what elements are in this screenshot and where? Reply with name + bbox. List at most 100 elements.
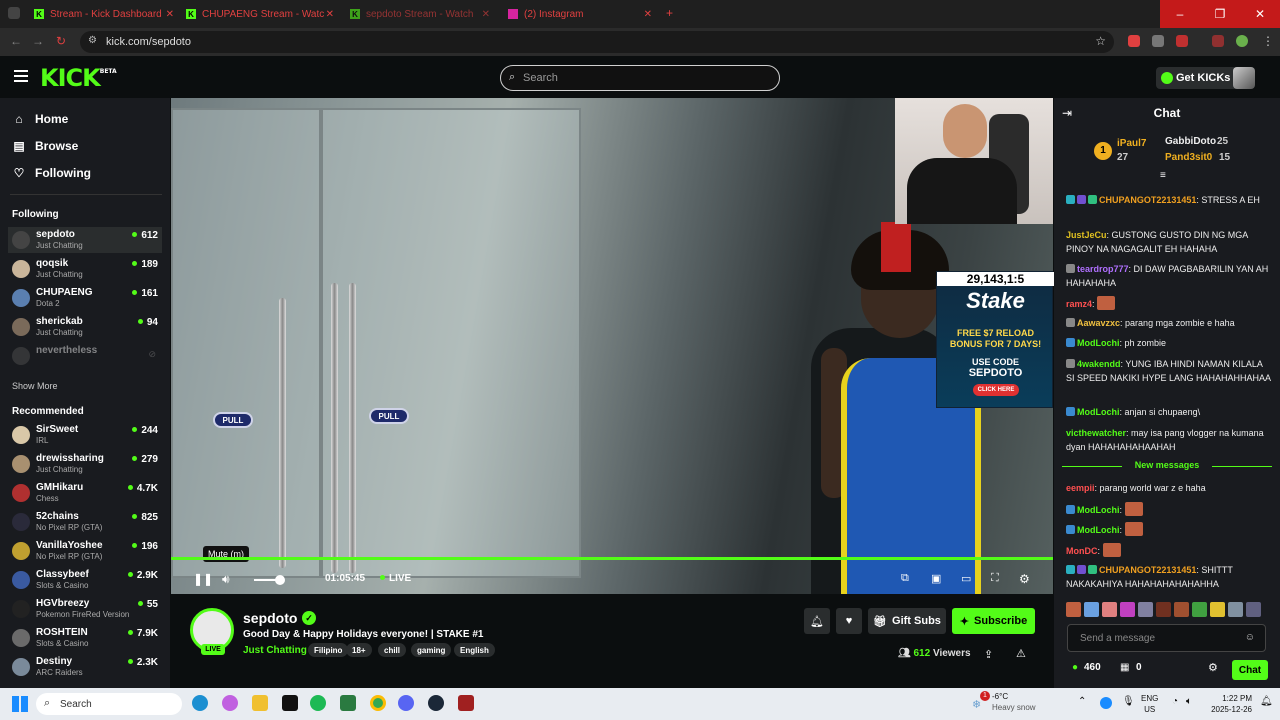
chat-message[interactable]: ModLochi: ph zombie bbox=[1066, 336, 1272, 350]
weather-widget[interactable]: 1 ❄ -6°C Heavy snow bbox=[972, 691, 1036, 713]
chat-username[interactable]: eempii bbox=[1066, 483, 1095, 493]
emote-icon[interactable] bbox=[1120, 602, 1135, 617]
chat-username[interactable]: ModLochi bbox=[1077, 505, 1120, 515]
steam-icon[interactable] bbox=[428, 695, 444, 711]
emote-icon[interactable] bbox=[1174, 602, 1189, 617]
chat-message[interactable]: MonDC: bbox=[1066, 543, 1272, 558]
theater-mode-icon[interactable]: ⧉ bbox=[901, 572, 909, 585]
kicks-balance[interactable]: 460 bbox=[1084, 662, 1101, 673]
stream-tag[interactable]: Filipino bbox=[308, 643, 349, 657]
sidebar-channel-classybeef[interactable]: Classybeef Slots & Casino 2.9K bbox=[8, 567, 162, 593]
gifter-name[interactable]: Pand3sit0 bbox=[1165, 152, 1212, 163]
tray-icon[interactable] bbox=[1100, 697, 1112, 709]
chat-message[interactable]: 4wakendd: YUNG IBA HINDI NAMAN KILALA SI… bbox=[1066, 357, 1272, 385]
nav-following[interactable]: ♡ Following bbox=[12, 166, 91, 180]
browser-tab-dashboard[interactable]: K Stream - Kick Dashboard ✕ bbox=[28, 3, 178, 25]
follow-heart-icon[interactable]: ♥ bbox=[836, 608, 862, 634]
share-icon[interactable]: ⇪ bbox=[984, 648, 993, 661]
sidebar-channel-sherickab[interactable]: sherickab Just Chatting 94 bbox=[8, 314, 162, 340]
chat-username[interactable]: victhewatcher bbox=[1066, 428, 1126, 438]
extension-icon[interactable] bbox=[1128, 35, 1140, 47]
fullscreen-icon[interactable]: ⛶ bbox=[991, 572, 999, 585]
chat-username[interactable]: CHUPANGOT22131451 bbox=[1099, 195, 1196, 205]
sidebar-channel-52chains[interactable]: 52chains No Pixel RP (GTA) 825 bbox=[8, 509, 162, 535]
spotify-icon[interactable] bbox=[310, 695, 326, 711]
emoji-icon[interactable]: ☺ bbox=[1245, 632, 1255, 643]
browser-menu-icon[interactable] bbox=[8, 7, 20, 19]
discord-icon[interactable] bbox=[398, 695, 414, 711]
sidebar-channel-roshtein[interactable]: ROSHTEIN Slots & Casino 7.9K bbox=[8, 625, 162, 651]
chat-message[interactable]: CHUPANGOT22131451: SHITTT NAKAKAHIYA HAH… bbox=[1066, 563, 1272, 591]
sidebar-channel-gmhikaru[interactable]: GMHikaru Chess 4.7K bbox=[8, 480, 162, 506]
copilot-icon[interactable] bbox=[222, 695, 238, 711]
stream-tag[interactable]: gaming bbox=[411, 643, 452, 657]
emote-icon[interactable] bbox=[1192, 602, 1207, 617]
chat-message[interactable]: ModLochi: bbox=[1066, 502, 1272, 517]
pause-icon[interactable]: ❚❚ bbox=[193, 572, 213, 586]
sidebar-channel-vanillayoshee[interactable]: VanillaYoshee No Pixel RP (GTA) 196 bbox=[8, 538, 162, 564]
site-info-icon[interactable]: ⚙ bbox=[88, 35, 97, 46]
emote-icon[interactable] bbox=[1246, 602, 1261, 617]
system-clock[interactable]: 1:22 PM 2025-12-26 bbox=[1200, 693, 1252, 715]
nav-home[interactable]: ⌂ Home bbox=[12, 112, 68, 126]
user-avatar[interactable] bbox=[1233, 67, 1255, 89]
maximize-icon[interactable]: ❐ bbox=[1200, 0, 1240, 28]
chat-message[interactable]: ModLochi: anjan si chupaeng\ bbox=[1066, 405, 1272, 419]
sidebar-channel-sirsweet[interactable]: SirSweet IRL 244 bbox=[8, 422, 162, 448]
new-tab-icon[interactable]: + bbox=[666, 6, 673, 20]
clip-icon[interactable]: ▭ bbox=[961, 572, 971, 585]
chat-message[interactable]: teardrop777: DI DAW PAGBABARILIN YAN AH … bbox=[1066, 262, 1272, 290]
dota-icon[interactable] bbox=[458, 695, 474, 711]
chat-username[interactable]: 4wakendd bbox=[1077, 359, 1121, 369]
gifter-name[interactable]: GabbiDoto bbox=[1165, 136, 1216, 147]
emote-icon[interactable] bbox=[1084, 602, 1099, 617]
volume-knob[interactable] bbox=[275, 575, 285, 585]
sidebar-channel-hgvbreezy[interactable]: HGVbreezy Pokemon FireRed Version 55 bbox=[8, 596, 162, 622]
chat-input[interactable]: Send a message ☺ bbox=[1067, 624, 1266, 652]
emote-icon[interactable] bbox=[1228, 602, 1243, 617]
browser-more-icon[interactable]: ⋮ bbox=[1262, 34, 1274, 48]
nav-browse[interactable]: ▤ Browse bbox=[12, 139, 78, 153]
chat-username[interactable]: Aawavzxc bbox=[1077, 318, 1120, 328]
volume-icon[interactable]: 🔊︎ bbox=[222, 572, 230, 587]
tiktok-icon[interactable] bbox=[282, 695, 298, 711]
notification-icon[interactable]: 🔔︎ bbox=[1260, 696, 1273, 707]
sidebar-channel-nevertheless[interactable]: nevertheless ⊘ bbox=[8, 343, 162, 369]
extension-icon[interactable] bbox=[1176, 35, 1188, 47]
profile-avatar[interactable] bbox=[1236, 35, 1248, 47]
file-explorer-icon[interactable] bbox=[252, 695, 268, 711]
search-input[interactable]: ⌕ Search bbox=[500, 65, 780, 91]
bookmark-star-icon[interactable]: ☆ bbox=[1095, 34, 1106, 48]
wifi-icon[interactable]: ◔ bbox=[1172, 696, 1178, 707]
sidebar-channel-chupaeng[interactable]: CHUPAENG Dota 2 161 bbox=[8, 285, 162, 311]
close-tab-icon[interactable]: ✕ bbox=[326, 9, 334, 20]
close-tab-icon[interactable]: ✕ bbox=[644, 9, 652, 20]
chat-username[interactable]: CHUPANGOT22131451 bbox=[1099, 565, 1196, 575]
chat-settings-icon[interactable]: ⚙ bbox=[1208, 661, 1218, 674]
minimize-icon[interactable]: – bbox=[1160, 0, 1200, 28]
hamburger-menu-icon[interactable] bbox=[14, 70, 28, 85]
forward-icon[interactable]: → bbox=[32, 34, 44, 48]
chat-message[interactable]: eempii: parang world war z e haha bbox=[1066, 481, 1272, 495]
ad-cta-button[interactable]: CLICK HERE bbox=[973, 384, 1019, 396]
chat-username[interactable]: ramz4 bbox=[1066, 299, 1092, 309]
chat-username[interactable]: MonDC bbox=[1066, 546, 1098, 556]
chat-message[interactable]: victhewatcher: may isa pang vlogger na k… bbox=[1066, 426, 1272, 454]
emote-icon[interactable] bbox=[1102, 602, 1117, 617]
tray-chevron-icon[interactable]: ⌃ bbox=[1078, 696, 1086, 707]
gifter-name[interactable]: iPaul7 bbox=[1117, 138, 1146, 149]
stake-ad-overlay[interactable]: 29,143,1:5 Stake FREE $7 RELOAD BONUS FO… bbox=[936, 271, 1054, 408]
chat-username[interactable]: JustJeCu bbox=[1066, 230, 1107, 240]
miniplayer-icon[interactable]: ▣ bbox=[931, 572, 941, 585]
sidebar-channel-qoqsik[interactable]: qoqsik Just Chatting 189 bbox=[8, 256, 162, 282]
chrome-icon[interactable] bbox=[370, 695, 386, 711]
live-indicator[interactable]: LIVE bbox=[380, 573, 411, 584]
close-tab-icon[interactable]: ✕ bbox=[166, 9, 174, 20]
app-icon[interactable] bbox=[340, 695, 356, 711]
channel-points[interactable]: 0 bbox=[1136, 662, 1142, 673]
subscribe-button[interactable]: ✦ Subscribe bbox=[952, 608, 1035, 634]
stream-tag[interactable]: English bbox=[454, 643, 495, 657]
browser-tab-chupaeng[interactable]: K CHUPAENG Stream - Watc ✕ bbox=[180, 3, 338, 25]
chat-username[interactable]: teardrop777 bbox=[1077, 264, 1129, 274]
stream-tag[interactable]: 18+ bbox=[346, 643, 372, 657]
